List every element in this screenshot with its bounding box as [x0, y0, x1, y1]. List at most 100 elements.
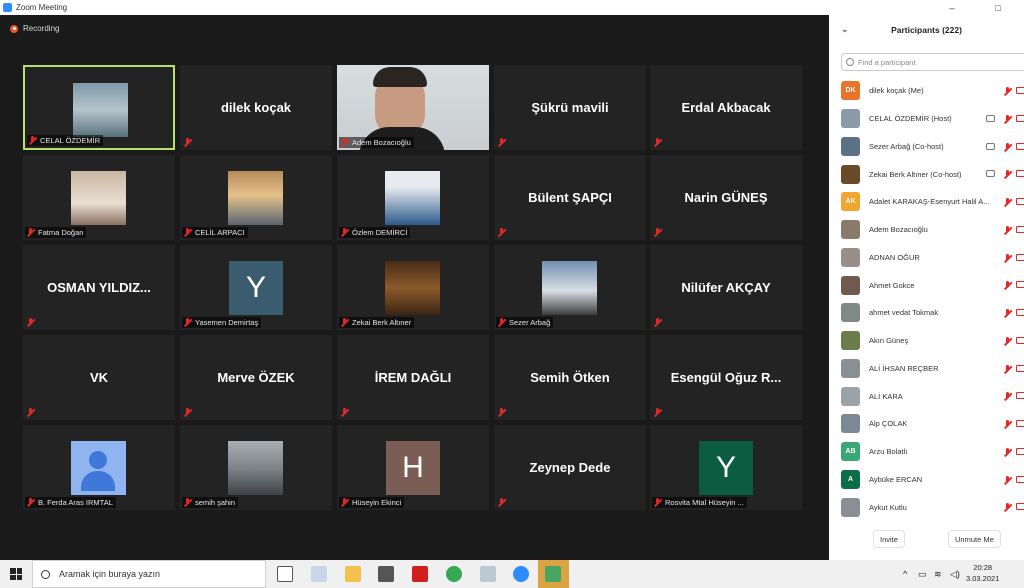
- video-off-icon[interactable]: [1016, 475, 1024, 483]
- video-tile[interactable]: Nilüfer AKÇAY: [650, 245, 802, 330]
- taskbar-clock[interactable]: 20:28 3.03.2021: [966, 562, 999, 584]
- photos-app-icon[interactable]: [480, 566, 496, 582]
- participant-row[interactable]: CELAL ÖZDEMİR (Host): [829, 105, 1024, 133]
- participant-row[interactable]: Zekai Berk Altıner (Co-host): [829, 160, 1024, 188]
- video-off-icon[interactable]: [1016, 87, 1024, 94]
- video-tile[interactable]: dilek koçak: [180, 65, 332, 150]
- taskbar-search-input[interactable]: Aramak için buraya yazın: [32, 560, 266, 588]
- minimize-button[interactable]: –: [942, 0, 962, 15]
- participant-search-input[interactable]: Find a participant: [841, 53, 1024, 71]
- video-off-icon[interactable]: [1016, 503, 1024, 511]
- participant-row[interactable]: A Aybüke ERCAN: [829, 466, 1024, 494]
- video-tile[interactable]: Bülent ŞAPÇI: [494, 155, 646, 240]
- video-tile[interactable]: Narin GÜNEŞ: [650, 155, 802, 240]
- collapse-chevron-icon[interactable]: ⌄: [841, 24, 849, 35]
- video-tile[interactable]: semih şahin: [180, 425, 332, 510]
- participant-row[interactable]: ALİ KARA: [829, 382, 1024, 410]
- video-tile[interactable]: CELİL ARPACI: [180, 155, 332, 240]
- video-gallery: Recording CELAL ÖZDEMİR dilek koçak Adem B…: [0, 15, 829, 560]
- zoom-taskbar-icon[interactable]: [513, 566, 529, 582]
- paint-app-icon[interactable]: [311, 566, 327, 582]
- participant-name: Akın Güneş: [869, 336, 909, 346]
- tile-name-label: CELAL ÖZDEMİR: [27, 135, 104, 146]
- video-off-icon[interactable]: [1016, 364, 1024, 372]
- video-off-icon[interactable]: [1016, 392, 1024, 400]
- task-view-icon[interactable]: [277, 566, 293, 582]
- video-off-icon[interactable]: [1016, 198, 1024, 205]
- invite-button[interactable]: Invite: [873, 530, 905, 548]
- mic-muted-icon[interactable]: [1003, 253, 1012, 263]
- video-off-icon[interactable]: [1016, 447, 1024, 455]
- video-tile[interactable]: Fatma Doğan: [23, 155, 175, 240]
- mic-muted-icon[interactable]: [1003, 364, 1012, 374]
- video-off-icon[interactable]: [1016, 114, 1024, 122]
- video-off-icon[interactable]: [1016, 253, 1024, 261]
- participant-row[interactable]: Ahmet Gokce: [829, 271, 1024, 299]
- chrome-icon[interactable]: [446, 566, 462, 582]
- wifi-icon[interactable]: ≋: [934, 569, 942, 580]
- mic-muted-icon[interactable]: [1003, 114, 1012, 124]
- participant-row[interactable]: ahmet vedat Tokmak: [829, 299, 1024, 327]
- participant-avatar: [841, 164, 860, 184]
- video-tile[interactable]: Y Yasemen Demirtaş: [180, 245, 332, 330]
- video-tile[interactable]: Adem Bozacıoğlu: [337, 65, 489, 150]
- maximize-button[interactable]: □: [988, 0, 1008, 15]
- mic-muted-icon[interactable]: [1003, 447, 1012, 457]
- mic-muted-icon[interactable]: [1003, 475, 1012, 485]
- video-tile[interactable]: Esengül Oğuz R...: [650, 335, 802, 420]
- participant-row[interactable]: ADNAN OĞUR: [829, 244, 1024, 272]
- mic-muted-icon[interactable]: [1003, 170, 1012, 179]
- network-icon[interactable]: ▭: [918, 569, 927, 580]
- participant-row[interactable]: Akın Güneş: [829, 327, 1024, 355]
- participant-row[interactable]: DK dilek koçak (Me): [829, 77, 1024, 105]
- calculator-icon[interactable]: [378, 566, 394, 582]
- video-tile[interactable]: B. Ferda Aras IRMTAL: [23, 425, 175, 510]
- video-tile[interactable]: OSMAN YILDIZ...: [23, 245, 175, 330]
- participant-row[interactable]: ALİ İHSAN REÇBER: [829, 355, 1024, 383]
- tile-name-label: [652, 317, 668, 328]
- mic-muted-icon[interactable]: [1003, 281, 1012, 290]
- mic-muted-icon[interactable]: [1003, 420, 1012, 429]
- windows-start-icon[interactable]: [10, 568, 22, 580]
- video-tile[interactable]: CELAL ÖZDEMİR: [23, 65, 175, 150]
- video-off-icon[interactable]: [1016, 281, 1024, 289]
- mic-muted-icon[interactable]: [1003, 142, 1012, 152]
- video-tile[interactable]: Zekai Berk Altıner: [337, 245, 489, 330]
- mic-muted-icon[interactable]: [1003, 198, 1012, 207]
- video-tile[interactable]: Y Rosvita Mtal Hüseyin ...: [650, 425, 802, 510]
- participant-row[interactable]: Sezer Arbağ (Co-host): [829, 133, 1024, 161]
- file-explorer-icon[interactable]: [345, 566, 361, 582]
- video-tile[interactable]: VK: [23, 335, 175, 420]
- tray-chevron-icon[interactable]: ^: [903, 569, 907, 579]
- netflix-icon[interactable]: [412, 566, 428, 582]
- video-tile[interactable]: Zeynep Dede: [494, 425, 646, 510]
- participant-row[interactable]: AB Arzu Bolatlı: [829, 438, 1024, 466]
- recording-indicator[interactable]: Recording: [10, 24, 59, 33]
- video-tile[interactable]: H Hüseyin Ekinci: [337, 425, 489, 510]
- participant-row[interactable]: Alp ÇOLAK: [829, 410, 1024, 438]
- video-tile[interactable]: Sezer Arbağ: [494, 245, 646, 330]
- mic-muted-icon[interactable]: [1003, 309, 1012, 318]
- participant-row[interactable]: Aykut Kutlu: [829, 493, 1024, 521]
- video-tile[interactable]: Merve ÖZEK: [180, 335, 332, 420]
- mic-muted-icon[interactable]: [1003, 225, 1012, 235]
- video-tile[interactable]: Erdal Akbacak: [650, 65, 802, 150]
- mic-muted-icon[interactable]: [1003, 336, 1012, 346]
- video-tile[interactable]: Semih Ötken: [494, 335, 646, 420]
- video-tile[interactable]: Özlem DEMİRCİ: [337, 155, 489, 240]
- unmute-me-button[interactable]: Unmute Me: [948, 530, 1001, 548]
- video-off-icon[interactable]: [1016, 420, 1024, 427]
- mic-muted-icon[interactable]: [1003, 392, 1012, 401]
- participant-row[interactable]: Adem Bozacıoğlu: [829, 216, 1024, 244]
- video-off-icon[interactable]: [1016, 225, 1024, 233]
- video-off-icon[interactable]: [1016, 336, 1024, 344]
- video-tile[interactable]: İREM DAĞLI: [337, 335, 489, 420]
- video-off-icon[interactable]: [1016, 309, 1024, 316]
- participant-row[interactable]: AK Adalet KARAKAŞ-Esenyurt Halil A...: [829, 188, 1024, 216]
- mic-muted-icon[interactable]: [1003, 87, 1012, 96]
- video-tile[interactable]: Şükrü mavili: [494, 65, 646, 150]
- video-off-icon[interactable]: [1016, 142, 1024, 150]
- volume-icon[interactable]: ◁): [950, 569, 960, 580]
- video-off-icon[interactable]: [1016, 170, 1024, 178]
- mic-muted-icon[interactable]: [1003, 503, 1012, 512]
